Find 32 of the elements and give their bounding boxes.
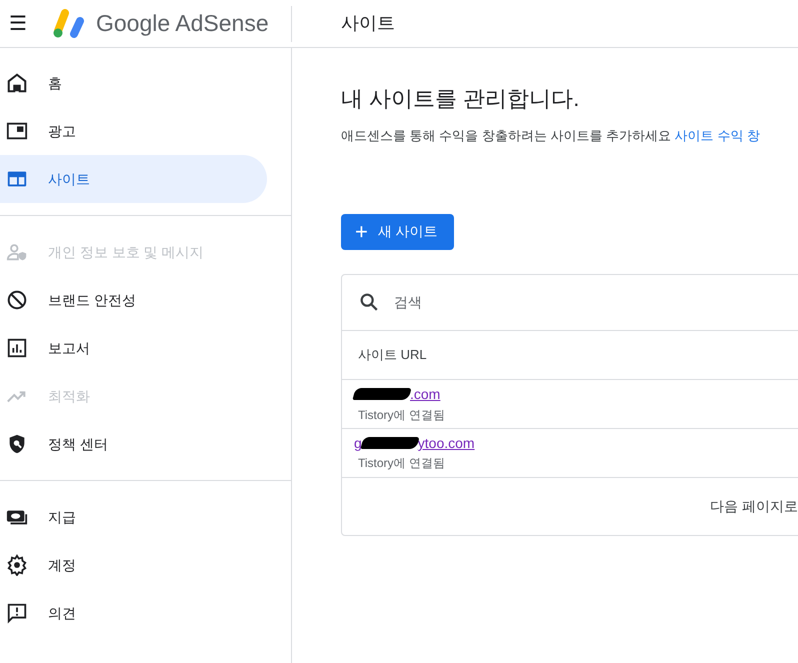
sidebar-item[interactable]: 정책 센터 [0,420,267,468]
page-heading: 내 사이트를 관리합니다. [341,86,580,112]
page-title: 사이트 [340,12,395,35]
window-icon [6,120,28,142]
search-icon [358,291,380,314]
sidebar-item[interactable]: 지급 [0,493,267,541]
bar-chart-icon [6,337,28,359]
sidebar-item[interactable]: 홈 [0,59,267,107]
site-status: Tistory에 연결됨 [357,454,446,472]
feedback-icon [6,602,28,624]
menu-button[interactable]: ☰ [0,14,36,34]
description-text: 애드센스를 통해 수익을 창출하려는 사이트를 추가하세요 사이트 수익 창 [341,127,761,146]
column-header: 사이트 URL [358,346,427,364]
site-url-link[interactable]: g ytoo.com [354,432,475,454]
sidebar-item[interactable]: 광고 [0,107,267,155]
next-page-link[interactable]: 다음 페이지로 [710,496,798,517]
sidebar-item[interactable]: 사이트 [0,155,267,203]
redaction-mark [352,388,412,400]
sidebar-item[interactable]: 보고서 [0,324,267,372]
block-icon [6,289,28,311]
home-icon [6,72,28,94]
redaction-mark [360,437,420,450]
settings-icon [6,554,28,576]
sidebar-item[interactable]: 의견 [0,589,267,637]
brand-name: Google AdSense [96,9,269,38]
sidebar-item[interactable]: 계정 [0,541,267,589]
sidebar-item[interactable]: 브랜드 안전성 [0,276,267,324]
site-status: Tistory에 연결됨 [357,407,446,424]
new-site-button[interactable]: + 새 사이트 [341,214,454,250]
site-url-link[interactable]: .com [354,384,440,405]
description-link[interactable]: 사이트 수익 창 [674,128,760,144]
person-shield-icon [6,241,28,263]
